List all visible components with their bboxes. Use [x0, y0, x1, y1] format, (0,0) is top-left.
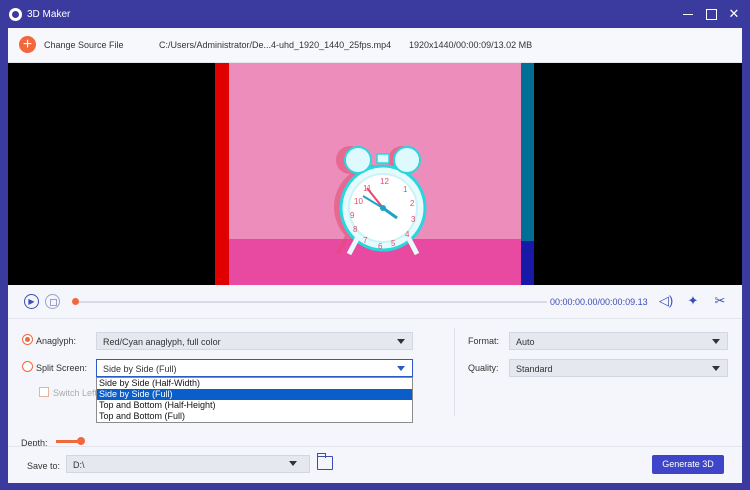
- minimize-button[interactable]: [680, 7, 696, 21]
- svg-text:8: 8: [353, 225, 358, 234]
- alarm-clock-image: 12 1 2 3 4 5 6 7 8 9 10 11: [334, 146, 427, 256]
- change-source-button[interactable]: Change Source File: [44, 40, 124, 50]
- svg-text:3: 3: [411, 215, 416, 224]
- save-path-field[interactable]: D:\: [66, 455, 310, 473]
- maximize-button[interactable]: [703, 7, 719, 21]
- svg-text:6: 6: [378, 242, 383, 251]
- quality-select[interactable]: Standard: [509, 359, 728, 377]
- svg-text:9: 9: [350, 211, 355, 220]
- switch-left-checkbox[interactable]: [39, 387, 49, 397]
- svg-text:7: 7: [363, 236, 368, 245]
- playback-controls: ▶ 00:00:00.00/00:00:09.13 ◁) ✦ ✂: [8, 285, 742, 319]
- split-option-top-half[interactable]: Top and Bottom (Half-Height): [97, 400, 412, 411]
- cyan-channel-edge: [521, 63, 534, 285]
- svg-text:4: 4: [405, 230, 410, 239]
- progress-track[interactable]: [75, 301, 547, 303]
- close-button[interactable]: ✕: [726, 7, 742, 21]
- format-select[interactable]: Auto: [509, 332, 728, 350]
- magic-icon[interactable]: ✦: [685, 293, 701, 309]
- stop-icon[interactable]: [45, 294, 60, 309]
- progress-handle[interactable]: [72, 298, 79, 305]
- source-file-metadata: 1920x1440/00:00:09/13.02 MB: [409, 40, 533, 50]
- save-to-label: Save to:: [27, 461, 61, 471]
- chevron-down-icon: [712, 366, 720, 371]
- quality-value: Standard: [516, 364, 553, 374]
- svg-text:1: 1: [403, 185, 408, 194]
- main-content: + Change Source File C:/Users/Administra…: [8, 28, 742, 483]
- split-screen-label: Split Screen:: [36, 363, 88, 373]
- preview-image: 12 1 2 3 4 5 6 7 8 9 10 11: [215, 63, 534, 285]
- svg-text:11: 11: [363, 184, 372, 193]
- save-path-value: D:\: [73, 460, 85, 470]
- source-toolbar: + Change Source File C:/Users/Administra…: [8, 28, 742, 63]
- chevron-down-icon: [397, 366, 405, 371]
- split-screen-dropdown: Side by Side (Half-Width) Side by Side (…: [96, 377, 413, 423]
- format-label: Format:: [468, 336, 500, 346]
- cut-icon[interactable]: ✂: [712, 293, 728, 309]
- folder-icon[interactable]: [317, 453, 333, 470]
- source-file-path: C:/Users/Administrator/De...4-uhd_1920_1…: [159, 40, 392, 50]
- svg-text:2: 2: [410, 199, 415, 208]
- volume-icon[interactable]: ◁): [658, 293, 674, 309]
- timecode: 00:00:00.00/00:00:09.13: [550, 297, 648, 307]
- save-footer: Save to: D:\ Generate 3D: [8, 446, 742, 483]
- save-path-chevron-down-icon[interactable]: [289, 461, 297, 466]
- chevron-down-icon: [712, 339, 720, 344]
- window-title: 3D Maker: [27, 9, 71, 20]
- anaglyph-value: Red/Cyan anaglyph, full color: [103, 337, 221, 347]
- chevron-down-icon: [397, 339, 405, 344]
- app-window: 3D Maker ✕ + Change Source File C:/Users…: [0, 0, 750, 490]
- switch-left-label: Switch Left: [53, 388, 98, 398]
- add-icon[interactable]: +: [19, 36, 36, 53]
- svg-text:12: 12: [380, 177, 389, 186]
- generate-3d-button[interactable]: Generate 3D: [652, 455, 724, 474]
- split-option-top-full[interactable]: Top and Bottom (Full): [97, 411, 412, 422]
- split-screen-radio[interactable]: [22, 361, 33, 372]
- app-logo-icon: [9, 8, 22, 21]
- quality-label: Quality:: [468, 363, 499, 373]
- anaglyph-radio[interactable]: [22, 334, 33, 345]
- title-bar: 3D Maker ✕: [0, 0, 750, 28]
- anaglyph-select[interactable]: Red/Cyan anaglyph, full color: [96, 332, 413, 350]
- options-divider: [454, 328, 455, 416]
- svg-text:10: 10: [354, 197, 363, 206]
- depth-slider-handle[interactable]: [77, 437, 85, 445]
- play-icon[interactable]: ▶: [24, 294, 39, 309]
- split-option-side-half[interactable]: Side by Side (Half-Width): [97, 378, 412, 389]
- anaglyph-label: Anaglyph:: [36, 336, 77, 346]
- split-screen-value: Side by Side (Full): [103, 364, 177, 374]
- red-channel-edge: [215, 63, 229, 285]
- split-option-side-full[interactable]: Side by Side (Full): [97, 389, 412, 400]
- format-value: Auto: [516, 337, 535, 347]
- video-preview: 12 1 2 3 4 5 6 7 8 9 10 11: [8, 63, 742, 285]
- split-screen-select[interactable]: Side by Side (Full): [96, 359, 413, 377]
- svg-text:5: 5: [391, 239, 396, 248]
